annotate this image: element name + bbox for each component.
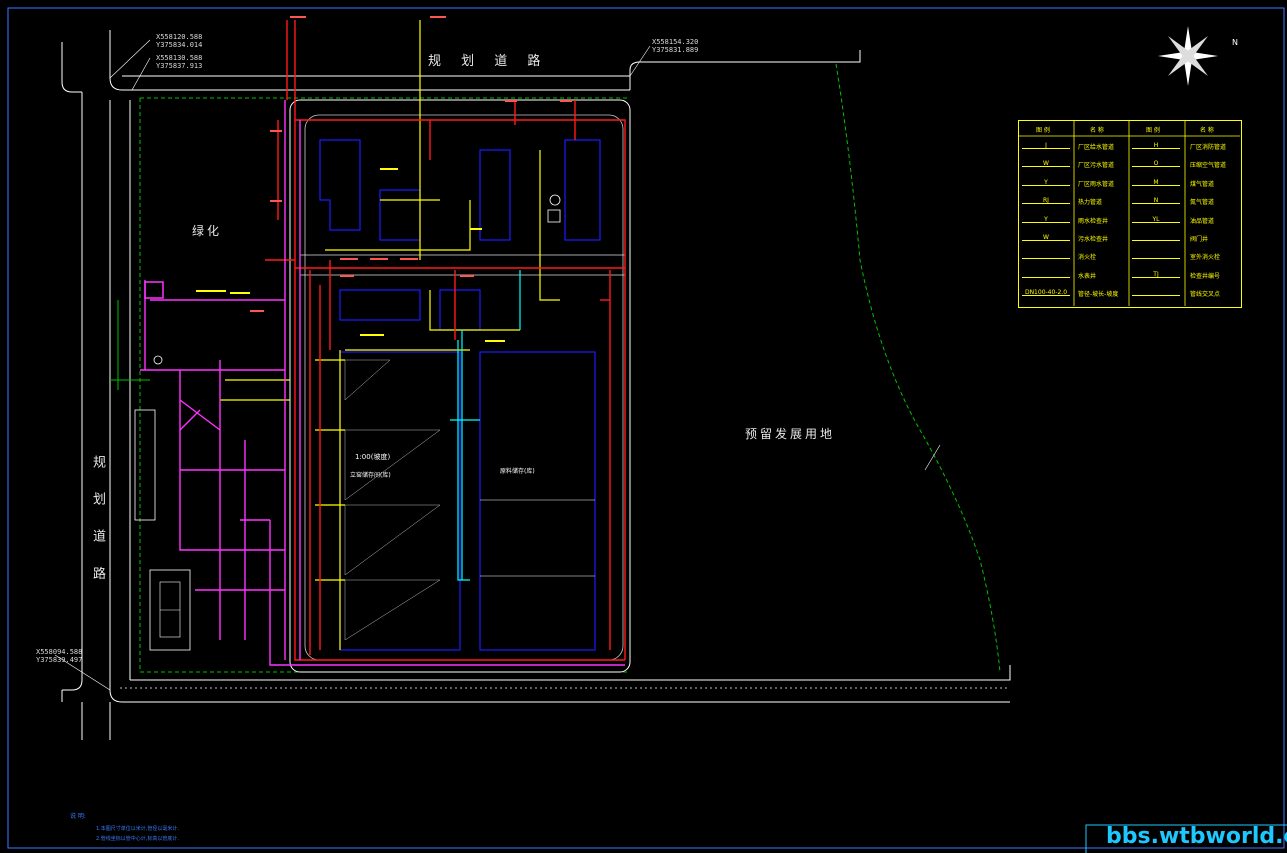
legend-name: 厂区污水管道 xyxy=(1078,162,1115,170)
legend-symbol xyxy=(1022,252,1070,260)
storm-pipes xyxy=(220,20,560,650)
legend-name: 管线交叉点 xyxy=(1190,291,1221,299)
water-supply-network xyxy=(265,20,626,661)
legend-symbol: J xyxy=(1022,142,1070,149)
legend-symbol: W xyxy=(1022,160,1070,168)
legend-name: 消火栓 xyxy=(1078,254,1097,262)
legend-name: 煤气管道 xyxy=(1190,180,1215,188)
site-boundary xyxy=(139,63,1001,673)
manhole-marker xyxy=(549,194,561,206)
note-item: 1.本图尺寸单位以米计,管径以毫米计. xyxy=(96,826,179,832)
legend-symbol xyxy=(1132,234,1180,241)
legend-header: 图 例 xyxy=(1146,127,1160,134)
legend-name: 氮气管道 xyxy=(1190,199,1215,207)
legend-symbol: O xyxy=(1132,160,1180,168)
coordinate-label: X558130.588 Y375837.913 xyxy=(156,54,203,70)
legend-symbol xyxy=(1022,270,1070,278)
manhole-marker xyxy=(153,355,163,365)
slope-hatch xyxy=(344,359,441,641)
legend-symbol: N xyxy=(1132,197,1180,205)
zone-a-label: 立窑储存间(库) xyxy=(350,472,391,479)
north-label: N xyxy=(1232,38,1238,47)
legend-name: 厂区给水管道 xyxy=(1078,144,1115,151)
legend-name: 水表井 xyxy=(1078,272,1097,280)
legend-symbol: Y xyxy=(1022,215,1070,223)
road-edge xyxy=(61,50,82,93)
legend-header: 名 称 xyxy=(1200,127,1214,134)
legend-name: 室外消火栓 xyxy=(1190,254,1221,262)
coordinate-label: X558154.320 Y375831.889 xyxy=(652,38,699,54)
legend-name: 管径-坡长-坡度 xyxy=(1078,291,1119,299)
buildings xyxy=(319,139,601,651)
main-storage-building xyxy=(479,351,596,651)
legend-header: 名 称 xyxy=(1090,127,1104,134)
legend-name: 油品管道 xyxy=(1190,217,1215,225)
legend-symbol: RJ xyxy=(1022,197,1070,205)
slope-note-label: 1:00(坡度) xyxy=(355,453,391,461)
legend-name: 污水检查井 xyxy=(1078,236,1109,243)
coordinate-label: X558094.588 Y375839.497 xyxy=(36,648,83,664)
road-network xyxy=(61,30,1011,740)
legend-symbol: W xyxy=(1022,234,1070,241)
legend-symbol: M xyxy=(1132,178,1180,186)
north-arrow-icon xyxy=(1158,26,1218,86)
legend-name: 阀门井 xyxy=(1190,236,1209,243)
legend-name: 检查井编号 xyxy=(1190,272,1221,280)
legend-name: 厂区雨水管道 xyxy=(1078,180,1115,188)
notes-title: 说 明: xyxy=(70,813,86,820)
legend-name: 热力管道 xyxy=(1078,199,1103,207)
legend-symbol: DN100-40-2.0 xyxy=(1022,289,1070,297)
note-item: 2.管线坐标以管中心计,标高以管底计. xyxy=(96,836,179,842)
legend-symbol: TJ xyxy=(1132,270,1180,278)
inner-road xyxy=(304,114,624,661)
legend-symbol: Y xyxy=(1022,178,1070,186)
legend-name: 压缩空气管道 xyxy=(1190,162,1227,170)
zone-b-label: 原料储存(库) xyxy=(500,468,535,475)
coordinate-label: X558120.588 Y375834.014 xyxy=(156,33,203,49)
legend-symbol xyxy=(1132,252,1180,260)
pump-house xyxy=(144,281,164,299)
reserved-area-label: 预留发展用地 xyxy=(745,427,836,441)
legend-symbol xyxy=(1132,289,1180,297)
road-edge xyxy=(62,92,83,691)
road-label-left: 规 划 道 路 xyxy=(90,455,105,590)
legend-name: 厂区消防管道 xyxy=(1190,144,1227,151)
road-label-top: 规 划 道 路 xyxy=(428,54,549,69)
greenery-label: 绿化 xyxy=(192,224,223,238)
watermark: bbs.wtbworld.com xyxy=(1106,824,1287,849)
legend-header: 图 例 xyxy=(1036,127,1050,134)
legend-name: 雨水检查井 xyxy=(1078,217,1109,225)
legend-symbol: YL xyxy=(1132,215,1180,223)
legend-symbol: H xyxy=(1132,142,1180,149)
